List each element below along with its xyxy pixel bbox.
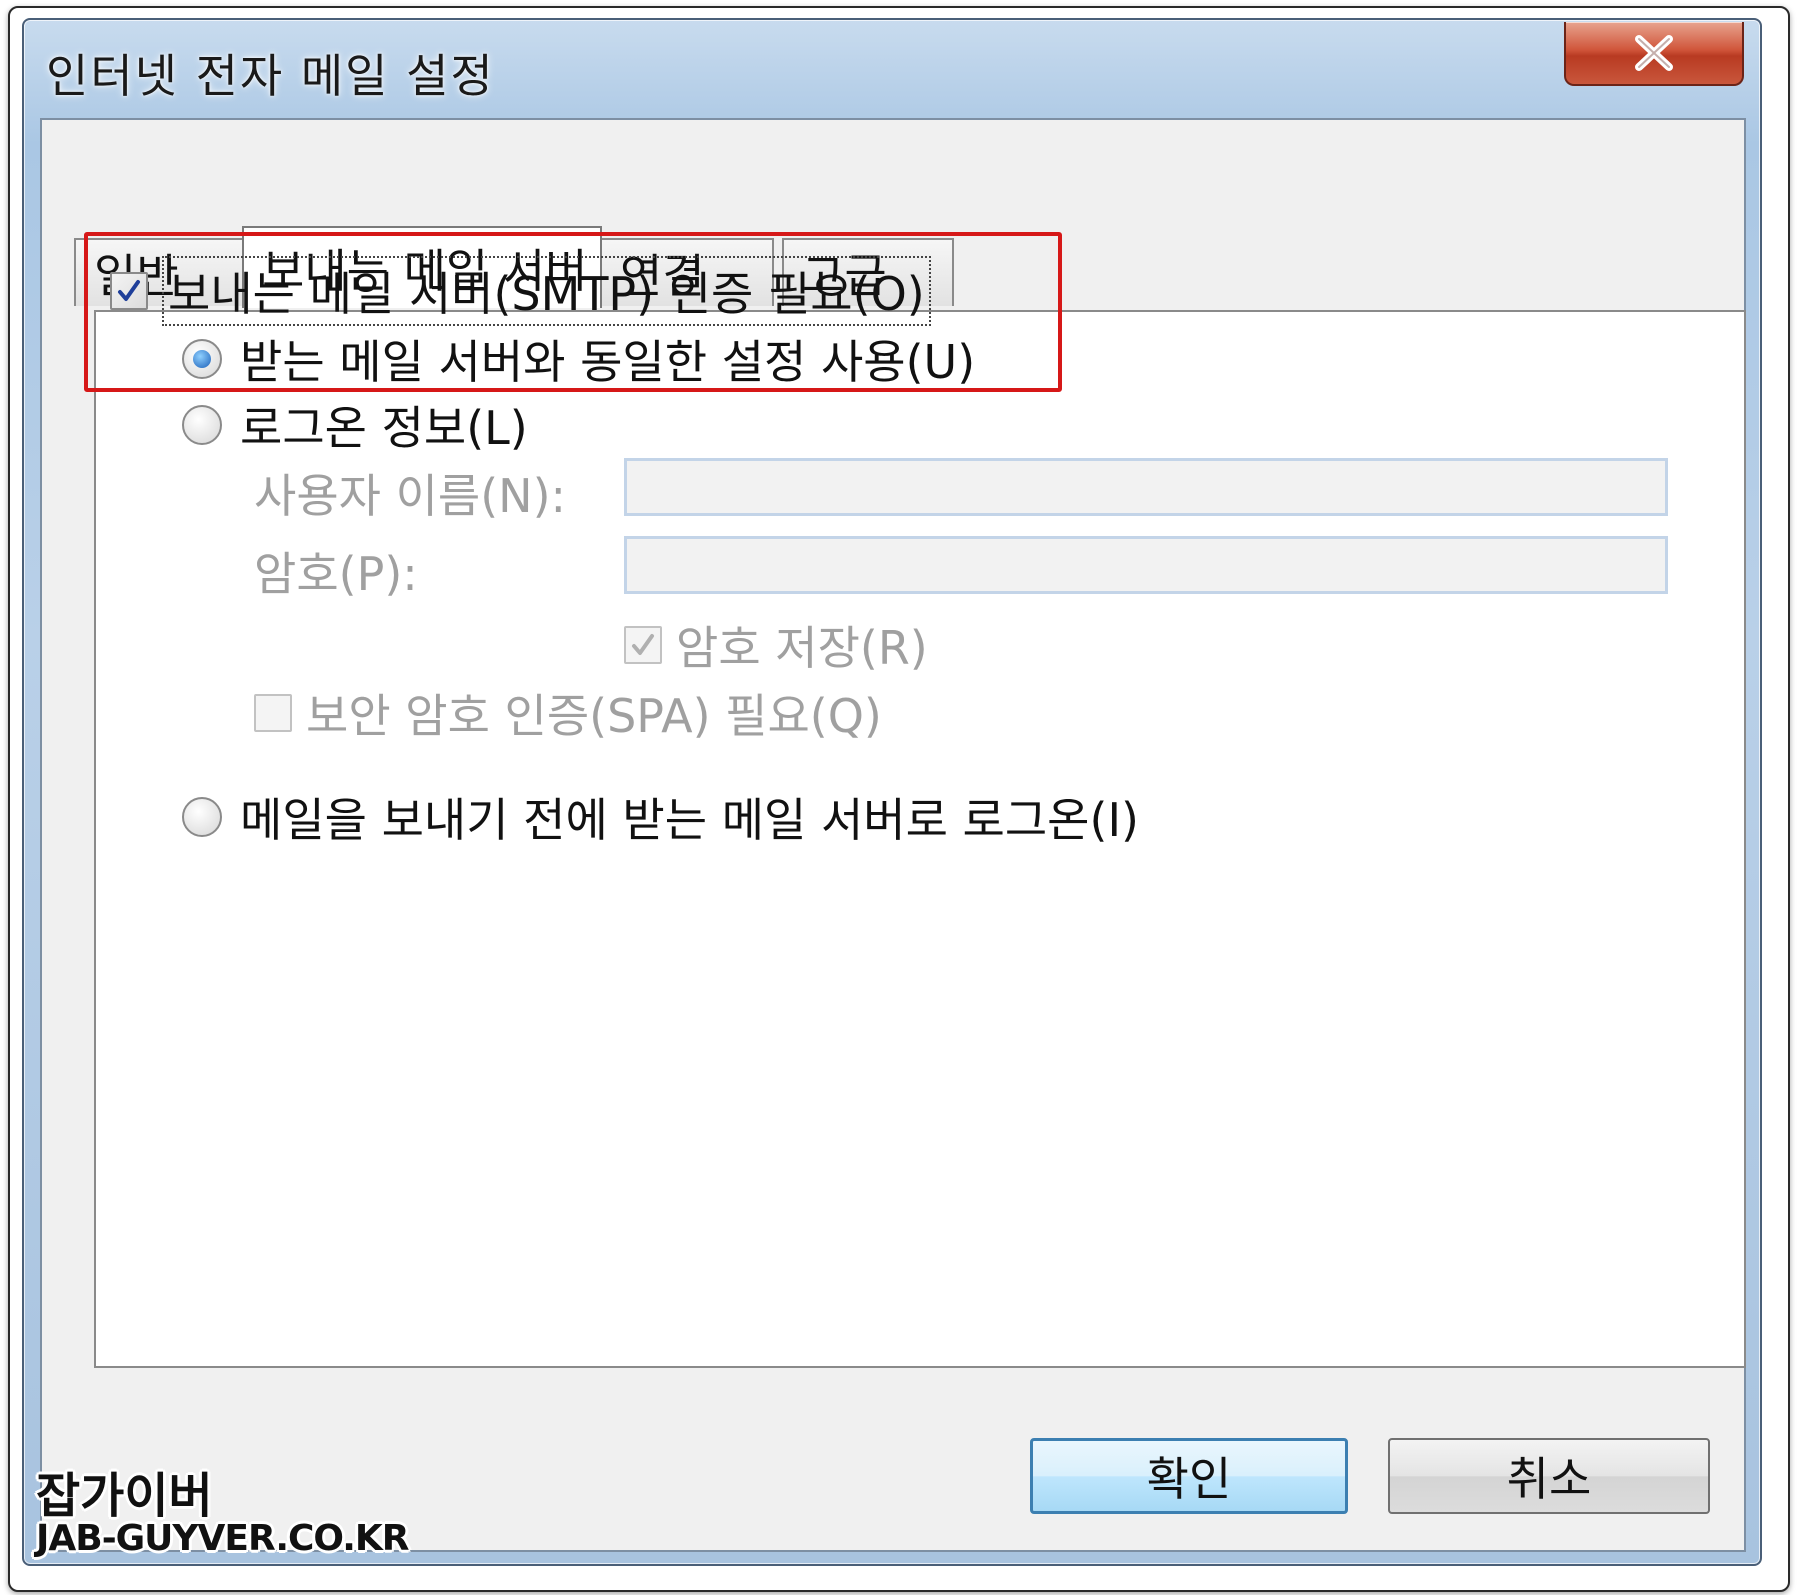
- logon-before-send-label: 메일을 보내기 전에 받는 메일 서버로 로그온(I): [240, 793, 1139, 847]
- close-icon: [1635, 35, 1673, 71]
- password-row: 암호(P):: [254, 538, 418, 604]
- logon-info-option[interactable]: 로그온 정보(L): [182, 392, 528, 458]
- username-row: 사용자 이름(N):: [254, 460, 566, 526]
- spa-label: 보안 암호 인증(SPA) 필요(Q): [306, 689, 882, 743]
- save-password-option[interactable]: 암호 저장(R): [624, 612, 928, 678]
- close-button[interactable]: [1564, 22, 1744, 86]
- logon-before-send-option[interactable]: 메일을 보내기 전에 받는 메일 서버로 로그온(I): [182, 784, 1139, 850]
- save-password-label: 암호 저장(R): [676, 621, 928, 675]
- watermark-url: JAB-GUYVER.CO.KR: [36, 1518, 410, 1559]
- spa-option[interactable]: 보안 암호 인증(SPA) 필요(Q): [254, 680, 882, 746]
- logon-before-send-radio[interactable]: [182, 797, 222, 837]
- logon-info-label: 로그온 정보(L): [240, 401, 528, 455]
- watermark-title: 잡가이버: [36, 1468, 213, 1524]
- highlight-annotation: [84, 232, 1062, 392]
- spa-checkbox[interactable]: [254, 694, 292, 732]
- checkmark-icon: [632, 634, 654, 655]
- save-password-checkbox[interactable]: [624, 626, 662, 664]
- window-title: 인터넷 전자 메일 설정: [46, 49, 495, 103]
- password-input[interactable]: [624, 536, 1668, 594]
- cancel-button[interactable]: 취소: [1388, 1438, 1710, 1514]
- username-label: 사용자 이름(N):: [254, 469, 567, 523]
- username-input[interactable]: [624, 458, 1668, 516]
- password-label: 암호(P):: [254, 547, 418, 601]
- logon-info-radio[interactable]: [182, 405, 222, 445]
- ok-button[interactable]: 확인: [1030, 1438, 1348, 1514]
